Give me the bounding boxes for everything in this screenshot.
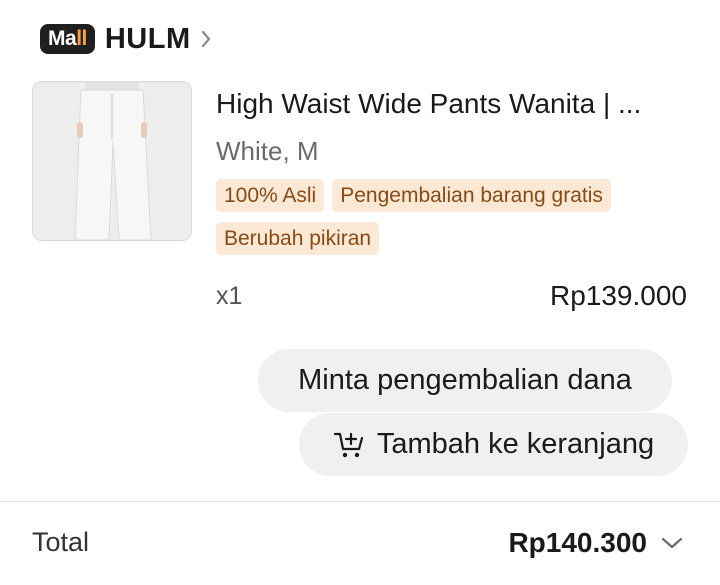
pants-photo-icon (33, 82, 191, 240)
total-value[interactable]: Rp140.300 (508, 527, 647, 559)
product-title[interactable]: High Waist Wide Pants Wanita | ... (216, 88, 686, 120)
add-to-cart-icon (333, 432, 363, 457)
product-quantity: x1 (216, 282, 243, 310)
tag-authentic: 100% Asli (216, 179, 325, 212)
divider (0, 501, 720, 502)
mall-badge-accent: ll (76, 27, 87, 50)
request-refund-label: Minta pengembalian dana (298, 364, 632, 396)
tag-free-return: Pengembalian barang gratis (332, 179, 611, 212)
product-image[interactable] (32, 81, 192, 241)
chevron-down-icon[interactable] (660, 536, 684, 550)
product-price: Rp139.000 (549, 280, 687, 311)
request-refund-button[interactable]: Minta pengembalian dana (258, 349, 672, 412)
tag-change-mind: Berubah pikiran (216, 222, 380, 255)
add-to-cart-button[interactable]: Tambah ke keranjang (299, 413, 688, 476)
product-variant: White, M (216, 136, 319, 166)
mall-badge: Ma ll (40, 24, 95, 54)
add-to-cart-label: Tambah ke keranjang (376, 428, 655, 460)
product-tags: 100% Asli Pengembalian barang gratis Ber… (216, 179, 676, 255)
total-label: Total (32, 527, 90, 557)
shop-header[interactable]: Ma ll HULM (40, 22, 211, 56)
chevron-right-icon[interactable] (201, 30, 211, 48)
shop-name[interactable]: HULM (105, 23, 191, 56)
mall-badge-main: Ma (48, 27, 77, 50)
